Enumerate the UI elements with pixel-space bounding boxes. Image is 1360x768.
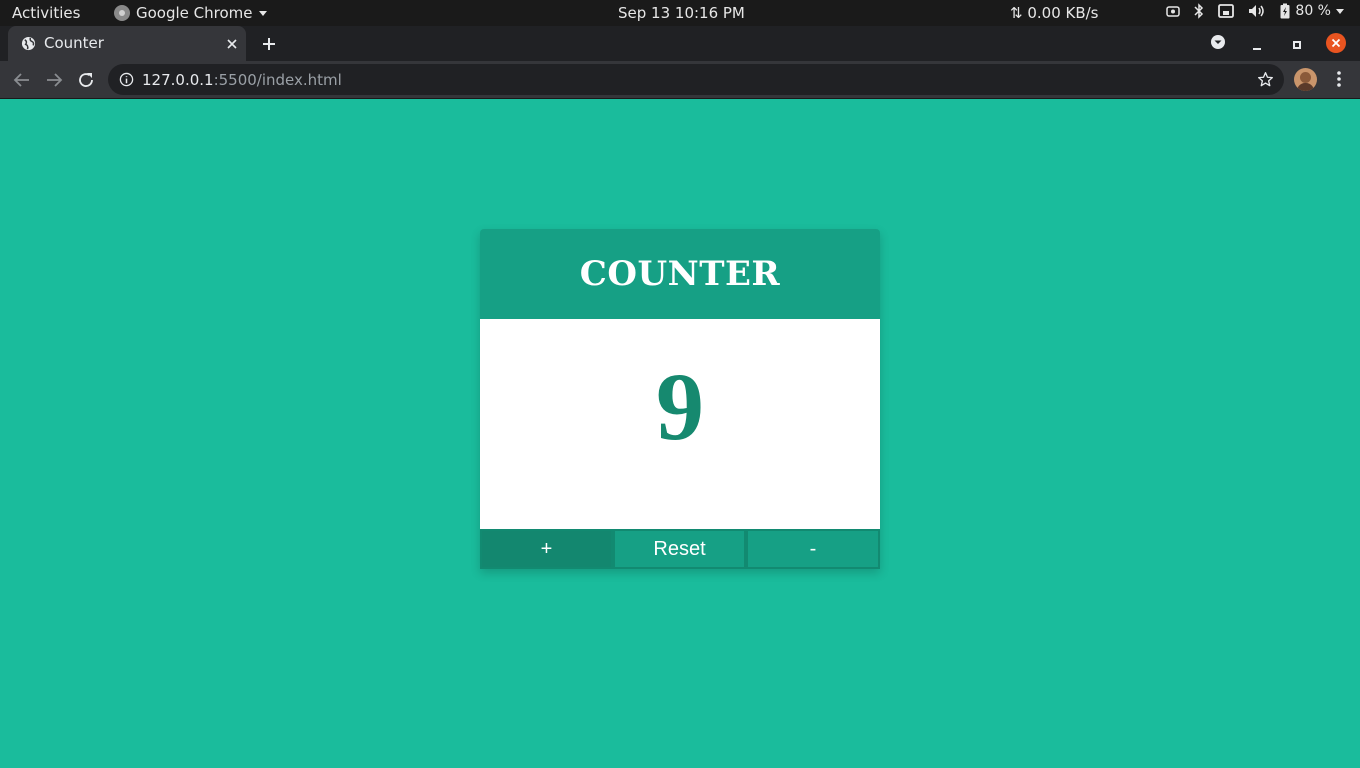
camera-indicator-icon xyxy=(1166,5,1181,17)
system-tray[interactable]: 80 % xyxy=(1166,3,1344,19)
counter-value: 9 xyxy=(656,353,704,460)
maximize-icon[interactable] xyxy=(1291,36,1303,55)
page-viewport: COUNTER 9 + Reset - xyxy=(0,99,1360,768)
increment-button[interactable]: + xyxy=(480,529,613,569)
chevron-down-icon xyxy=(1336,8,1344,14)
battery-level: 80 % xyxy=(1295,3,1331,19)
close-window-icon[interactable] xyxy=(1326,33,1346,57)
counter-card: COUNTER 9 + Reset - xyxy=(480,229,880,569)
app-name: Google Chrome xyxy=(136,4,253,22)
back-arrow-icon[interactable] xyxy=(13,71,31,93)
new-tab-icon[interactable] xyxy=(261,36,277,56)
profile-avatar[interactable] xyxy=(1294,68,1317,91)
volume-icon xyxy=(1248,4,1266,18)
clock[interactable]: Sep 13 10:16 PM xyxy=(618,4,745,22)
app-menu[interactable]: Google Chrome xyxy=(114,4,267,22)
url-host: 127.0.0.1 xyxy=(142,71,214,89)
system-top-bar: Activities Google Chrome Sep 13 10:16 PM… xyxy=(0,0,1360,26)
battery-charging-icon xyxy=(1280,3,1290,19)
counter-header: COUNTER xyxy=(480,229,880,319)
url-text[interactable]: 127.0.0.1:5500/index.html xyxy=(142,71,342,89)
minimize-icon[interactable] xyxy=(1251,36,1263,55)
reset-button[interactable]: Reset xyxy=(613,529,746,569)
counter-display: 9 xyxy=(480,319,880,529)
url-path: :5500/index.html xyxy=(213,71,342,89)
tab-search-icon[interactable] xyxy=(1210,34,1226,54)
network-speed: ⇅ 0.00 KB/s xyxy=(1010,4,1099,22)
globe-icon xyxy=(21,36,36,55)
chrome-app-icon xyxy=(114,5,130,21)
decrement-button[interactable]: - xyxy=(746,529,880,569)
bookmark-star-icon[interactable] xyxy=(1257,71,1274,92)
activities-button[interactable]: Activities xyxy=(12,4,80,22)
tab-strip: Counter xyxy=(0,26,1360,61)
counter-controls: + Reset - xyxy=(480,529,880,569)
battery-indicator: 80 % xyxy=(1280,3,1344,19)
address-bar[interactable]: 127.0.0.1:5500/index.html xyxy=(108,64,1284,95)
page-title: COUNTER xyxy=(579,254,781,294)
reload-icon[interactable] xyxy=(77,71,95,93)
browser-toolbar: 127.0.0.1:5500/index.html xyxy=(0,61,1360,98)
tab-counter[interactable]: Counter xyxy=(8,26,246,61)
chevron-down-icon xyxy=(258,10,267,16)
network-wired-icon xyxy=(1218,4,1235,18)
bluetooth-icon xyxy=(1194,3,1204,19)
forward-arrow-icon[interactable] xyxy=(45,71,63,93)
close-tab-icon[interactable] xyxy=(226,36,238,54)
site-info-icon[interactable] xyxy=(119,72,134,91)
tab-title: Counter xyxy=(44,34,104,52)
more-menu-icon[interactable] xyxy=(1337,71,1341,91)
